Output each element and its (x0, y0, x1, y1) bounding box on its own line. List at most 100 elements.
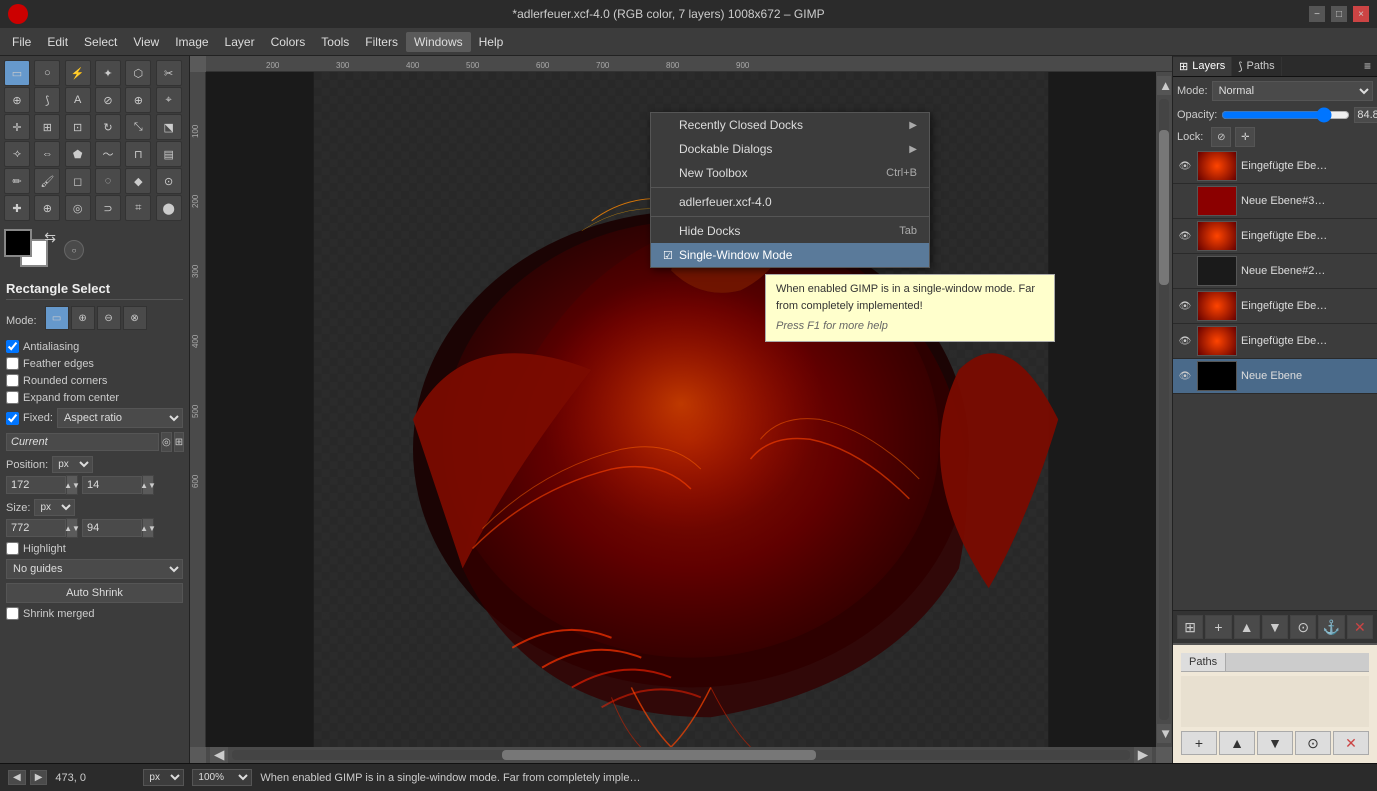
rounded-corners-checkbox[interactable] (6, 374, 19, 387)
tool-blur-sharpen[interactable]: ◎ (65, 195, 91, 221)
scroll-left-btn[interactable]: ◀ (210, 747, 228, 763)
scroll-up-btn[interactable]: ▲ (1157, 76, 1171, 95)
layer-row[interactable]: 👁Eingefügte Ebe… (1173, 219, 1377, 254)
duplicate-layer-btn[interactable]: ⊙ (1290, 615, 1316, 639)
scroll-down-btn[interactable]: ▼ (1157, 724, 1171, 743)
position-x-input[interactable]: 172 (6, 476, 66, 494)
duplicate-path-btn[interactable]: ⊙ (1295, 731, 1331, 755)
menu-recently-closed-docks[interactable]: Recently Closed Docks ▶ (651, 113, 929, 137)
size-unit-select[interactable]: px % mm (34, 499, 75, 516)
highlight-checkbox[interactable] (6, 542, 19, 555)
layer-visibility-icon[interactable]: 👁 (1177, 301, 1193, 312)
layer-visibility-icon[interactable]: 👁 (1177, 336, 1193, 347)
status-unit-select[interactable]: px % mm (143, 769, 184, 786)
tool-scissors[interactable]: ✂ (156, 60, 182, 86)
expand-from-center-checkbox[interactable] (6, 391, 19, 404)
tool-zoom[interactable]: ⊕ (125, 87, 151, 113)
tool-airbrush[interactable]: ◌ (95, 168, 121, 194)
vertical-scrollbar[interactable]: ▲ ▼ (1156, 72, 1172, 747)
menu-dockable-dialogs[interactable]: Dockable Dialogs ▶ (651, 137, 929, 161)
layer-visibility-icon[interactable]: 👁 (1177, 231, 1193, 242)
position-unit-select[interactable]: px % mm (52, 456, 93, 473)
paths-secondary-tab[interactable]: Paths (1181, 653, 1226, 671)
raise-path-btn[interactable]: ▲ (1219, 731, 1255, 755)
tool-fuzzy-select[interactable]: ✦ (95, 60, 121, 86)
tool-move[interactable]: ✛ (4, 114, 30, 140)
tab-layers[interactable]: ⊞ Layers (1173, 57, 1232, 76)
delete-path-btn[interactable]: ✕ (1333, 731, 1369, 755)
tool-ellipse-select[interactable]: ○ (34, 60, 60, 86)
tool-dodge-burn[interactable]: ⌗ (125, 195, 151, 221)
menu-edit[interactable]: Edit (39, 32, 76, 52)
position-y-spinner[interactable]: ▲▼ (142, 475, 154, 495)
minimize-button[interactable]: − (1309, 6, 1325, 22)
raise-layer-btn[interactable]: ▲ (1234, 615, 1260, 639)
tool-warp-transform[interactable]: 〜 (95, 141, 121, 167)
current-value-chain-btn[interactable]: ⊞ (174, 432, 184, 452)
layer-visibility-icon[interactable]: 👁 (1177, 161, 1193, 172)
layer-row[interactable]: Neue Ebene#3… (1173, 184, 1377, 219)
menu-select[interactable]: Select (76, 32, 125, 52)
tool-ink[interactable]: ◆ (125, 168, 151, 194)
menu-colors[interactable]: Colors (263, 32, 314, 52)
tool-free-select[interactable]: ⚡ (65, 60, 91, 86)
mode-intersect-btn[interactable]: ⊗ (123, 306, 147, 330)
position-x-spinner[interactable]: ▲▼ (66, 475, 78, 495)
panel-menu-icon[interactable]: ≡ (1358, 56, 1377, 76)
size-w-input[interactable]: 772 (6, 519, 66, 537)
new-layer-btn[interactable]: + (1205, 615, 1231, 639)
size-h-input[interactable]: 94 (82, 519, 142, 537)
fixed-checkbox[interactable] (6, 412, 19, 425)
maximize-button[interactable]: □ (1331, 6, 1347, 22)
tool-rotate[interactable]: ↻ (95, 114, 121, 140)
tool-bucket-fill[interactable]: ⊓ (125, 141, 151, 167)
lock-position-btn[interactable]: ✛ (1235, 127, 1255, 147)
tool-rect-select[interactable]: ▭ (4, 60, 30, 86)
tool-desaturate[interactable]: ⬤ (156, 195, 182, 221)
quick-mask-icon[interactable]: ○ (64, 240, 84, 260)
tool-cage-transform[interactable]: ⬟ (65, 141, 91, 167)
h-scrollbar-thumb[interactable] (502, 750, 816, 760)
layer-row[interactable]: 👁Neue Ebene (1173, 359, 1377, 394)
menu-tools[interactable]: Tools (313, 32, 357, 52)
mode-replace-btn[interactable]: ▭ (45, 306, 69, 330)
tool-pencil[interactable]: ✏ (4, 168, 30, 194)
shrink-merged-checkbox[interactable] (6, 607, 19, 620)
lower-path-btn[interactable]: ▼ (1257, 731, 1293, 755)
tool-paths[interactable]: ⟆ (34, 87, 60, 113)
anchor-layer-btn[interactable]: ⚓ (1318, 615, 1344, 639)
auto-shrink-button[interactable]: Auto Shrink (6, 583, 183, 603)
swap-colors-icon[interactable]: ⇆ (44, 229, 56, 246)
menu-single-window-mode[interactable]: ☑ Single-Window Mode (651, 243, 929, 267)
mode-add-btn[interactable]: ⊕ (71, 306, 95, 330)
layers-mode-select[interactable]: Normal Multiply Screen Overlay (1212, 81, 1373, 101)
menu-filters[interactable]: Filters (357, 32, 406, 52)
status-zoom-select[interactable]: 100% 50% 200% fit (192, 769, 252, 786)
menu-view[interactable]: View (125, 32, 167, 52)
nav-left-btn[interactable]: ◀ (8, 770, 26, 785)
scroll-right-btn[interactable]: ▶ (1134, 747, 1152, 763)
size-h-spinner[interactable]: ▲▼ (142, 518, 154, 538)
foreground-color-swatch[interactable] (4, 229, 32, 257)
tool-eraser[interactable]: ◻ (65, 168, 91, 194)
tool-blend[interactable]: ▤ (156, 141, 182, 167)
tool-perspective[interactable]: ⟢ (4, 141, 30, 167)
layer-row[interactable]: 👁Eingefügte Ebe… (1173, 149, 1377, 184)
tool-foreground-select[interactable]: ⊕ (4, 87, 30, 113)
tool-crop[interactable]: ⊡ (65, 114, 91, 140)
lower-layer-btn[interactable]: ▼ (1262, 615, 1288, 639)
menu-hide-docks[interactable]: Hide Docks Tab (651, 219, 929, 243)
tool-measure[interactable]: ⌖ (156, 87, 182, 113)
current-value-reset-btn[interactable]: ◎ (161, 432, 172, 452)
guides-select[interactable]: No guides Rule of thirds Center lines (6, 559, 183, 579)
tool-smudge[interactable]: ⊃ (95, 195, 121, 221)
menu-new-toolbox[interactable]: New Toolbox Ctrl+B (651, 161, 929, 185)
v-scrollbar-thumb[interactable] (1159, 130, 1169, 285)
opacity-slider[interactable] (1221, 107, 1350, 123)
antialiasing-checkbox[interactable] (6, 340, 19, 353)
tool-scale[interactable]: ⤡ (125, 114, 151, 140)
tab-paths[interactable]: ⟆ Paths (1232, 57, 1281, 76)
lock-pixels-btn[interactable]: ⊘ (1211, 127, 1231, 147)
menu-file[interactable]: File (4, 32, 39, 52)
tool-select-by-color[interactable]: ⬡ (125, 60, 151, 86)
